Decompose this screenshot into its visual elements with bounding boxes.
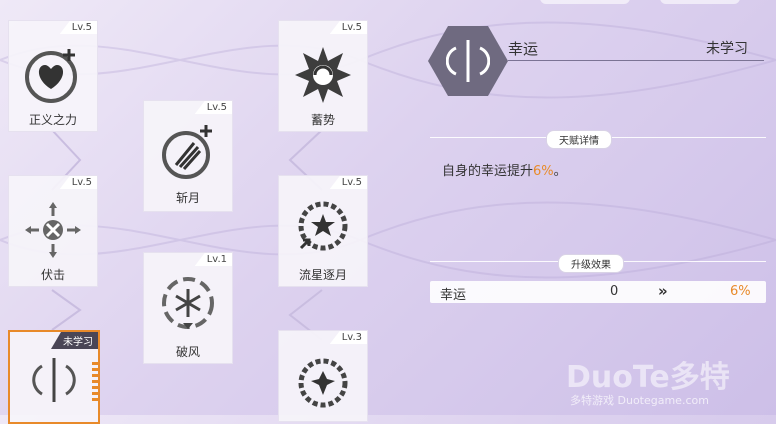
skill-card-bottom[interactable]: Lv.3 xyxy=(278,330,368,422)
section-upgrade-effect: 升级效果 xyxy=(558,254,624,273)
skill-card-meteor-moon[interactable]: Lv.5 流星逐月 xyxy=(278,175,368,287)
gear-burst-icon xyxy=(298,358,348,408)
sword-arcs-icon xyxy=(446,40,490,82)
gear-star-icon xyxy=(298,201,348,251)
skill-label: 伏击 xyxy=(40,268,65,282)
skill-card-slash-moon[interactable]: Lv.5 斩月 xyxy=(143,100,233,212)
talent-description: 自身的幸运提升6%。 xyxy=(442,160,567,179)
skill-level-badge: Lv.5 xyxy=(59,176,97,189)
upgrade-current-value: 0 xyxy=(610,284,619,299)
skill-label: 流星逐月 xyxy=(298,268,347,282)
skill-level-badge: Lv.5 xyxy=(194,101,232,114)
upgrade-next-value: 6% xyxy=(730,284,751,299)
crosshair-arrows-icon xyxy=(25,202,81,258)
heart-plus-icon xyxy=(25,49,77,103)
skill-card-ambush[interactable]: Lv.5 伏击 xyxy=(8,175,98,287)
detail-title-underline xyxy=(508,60,764,61)
skill-card-charge[interactable]: Lv.5 蓄势 xyxy=(278,20,368,132)
description-suffix: 。 xyxy=(553,164,567,179)
upgrade-effect-row: 幸运 0 » 6% xyxy=(430,281,766,303)
skill-label: 斩月 xyxy=(175,191,200,205)
skill-card-luck-selected[interactable]: 未学习 xyxy=(8,330,100,424)
skill-level-badge: Lv.1 xyxy=(194,253,232,266)
detail-skill-icon-frame xyxy=(428,26,508,96)
detail-skill-name: 幸运 xyxy=(508,40,539,58)
upgrade-arrow-icon: » xyxy=(658,282,668,300)
upgrade-stat-name: 幸运 xyxy=(440,288,467,303)
description-text: 自身的幸运提升 xyxy=(442,164,534,179)
skill-level-badge: Lv.3 xyxy=(329,331,367,344)
detail-skill-status: 未学习 xyxy=(706,41,748,57)
description-value: 6% xyxy=(533,164,554,179)
skill-card-break-wind[interactable]: Lv.1 破风 xyxy=(143,252,233,364)
watermark-logo: DuoTe多特 xyxy=(566,360,730,395)
vortex-burst-icon xyxy=(295,47,351,103)
slash-plus-icon xyxy=(162,125,212,179)
watermark-url: 多特游戏 Duotegame.com xyxy=(570,394,709,407)
skill-level-badge: Lv.5 xyxy=(329,21,367,34)
skill-level-badge: Lv.5 xyxy=(59,21,97,34)
section-talent-detail: 天赋详情 xyxy=(546,130,612,149)
skill-label: 正义之力 xyxy=(28,113,77,127)
sword-arcs-icon xyxy=(32,358,76,402)
snowflake-ring-icon xyxy=(162,277,214,329)
skill-card-justice[interactable]: Lv.5 正义之力 xyxy=(8,20,98,132)
selection-marker xyxy=(92,362,100,402)
skill-label: 蓄势 xyxy=(310,113,335,127)
skill-status-badge: 未学习 xyxy=(51,332,98,349)
skill-level-badge: Lv.5 xyxy=(329,176,367,189)
skill-label: 破风 xyxy=(175,345,200,359)
